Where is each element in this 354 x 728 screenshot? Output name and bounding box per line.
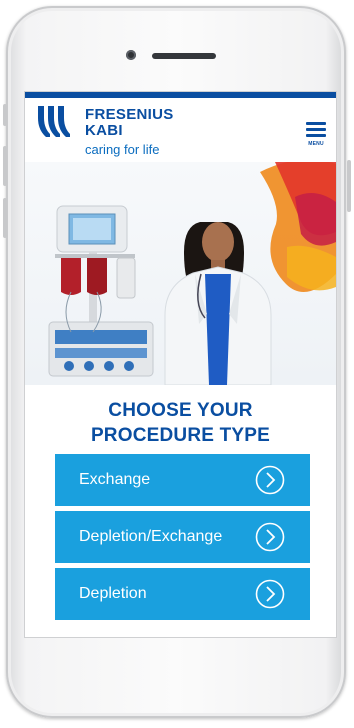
apheresis-machine-graphic — [48, 205, 154, 377]
hamburger-icon-bar — [306, 134, 326, 137]
front-camera — [126, 50, 136, 60]
earpiece-speaker — [152, 53, 216, 59]
site-header: FRESENIUS KABI caring for life MENU — [25, 98, 336, 162]
chevron-circle-right-icon — [255, 522, 285, 552]
doctor-graphic — [164, 222, 272, 385]
brand-tagline: caring for life — [85, 142, 160, 157]
procedure-label: Depletion/Exchange — [79, 528, 223, 545]
hamburger-icon-bar — [306, 128, 326, 131]
power-button — [347, 160, 351, 212]
procedure-label: Depletion — [79, 585, 147, 602]
depletion-exchange-button[interactable]: Depletion/Exchange — [55, 511, 310, 563]
hero-illustration — [48, 162, 336, 385]
mute-switch — [3, 104, 7, 126]
procedure-heading: CHOOSE YOUR PROCEDURE TYPE — [25, 398, 336, 448]
procedure-label: Exchange — [79, 471, 151, 488]
hamburger-icon — [306, 122, 326, 125]
volume-down-button — [3, 198, 7, 238]
menu-button[interactable]: MENU — [304, 120, 328, 148]
fresenius-logo-icon[interactable] — [37, 104, 71, 138]
heading-line1: CHOOSE YOUR — [108, 400, 253, 421]
volume-up-button — [3, 146, 7, 186]
chevron-circle-right-icon — [255, 579, 285, 609]
brand-name-line1: FRESENIUS — [85, 106, 174, 123]
brand-name-line2: KABI — [85, 122, 123, 139]
heading-line2: PROCEDURE TYPE — [90, 425, 271, 446]
hero-image — [25, 162, 336, 385]
menu-label: MENU — [308, 141, 324, 147]
paint-swoosh-graphic — [260, 162, 336, 292]
phone-screen: FRESENIUS KABI caring for life MENU CHOO… — [25, 92, 336, 637]
chevron-circle-right-icon — [255, 465, 285, 495]
exchange-button[interactable]: Exchange — [55, 454, 310, 506]
depletion-button[interactable]: Depletion — [55, 568, 310, 620]
